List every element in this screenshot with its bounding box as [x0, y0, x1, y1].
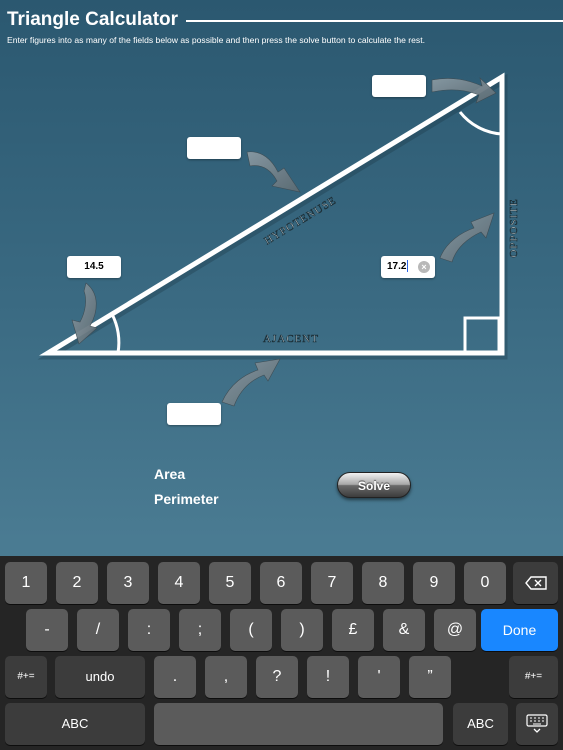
triangle-diagram: HYPOTENUSE AJACENT OPPOSITE [37, 72, 520, 407]
key-comma[interactable]: , [205, 656, 247, 698]
key-pound[interactable]: £ [332, 609, 374, 651]
key-9[interactable]: 9 [413, 562, 455, 604]
hide-keyboard-key[interactable] [516, 703, 558, 745]
arrow-to-opposite-icon [439, 212, 495, 263]
keyboard-hide-icon [526, 714, 548, 733]
space-key[interactable] [154, 703, 443, 745]
hypotenuse-input[interactable] [187, 137, 241, 159]
key-3[interactable]: 3 [107, 562, 149, 604]
done-key[interactable]: Done [481, 609, 558, 651]
key-exclamation[interactable]: ! [307, 656, 349, 698]
on-screen-keyboard: 1 2 3 4 5 6 7 8 9 0 - / : ; ( ) £ & @ Do… [0, 556, 563, 750]
clear-icon[interactable]: × [418, 261, 430, 273]
area-label: Area [154, 466, 186, 482]
key-slash[interactable]: / [77, 609, 119, 651]
bottom-angle-value: 14.5 [84, 261, 104, 272]
adjacent-input[interactable] [167, 403, 221, 425]
key-4[interactable]: 4 [158, 562, 200, 604]
key-5[interactable]: 5 [209, 562, 251, 604]
calculator-app: Triangle Calculator Enter figures into a… [0, 0, 563, 556]
key-0[interactable]: 0 [464, 562, 506, 604]
arrow-to-hypotenuse-icon [246, 151, 301, 193]
key-close-paren[interactable]: ) [281, 609, 323, 651]
key-period[interactable]: . [154, 656, 196, 698]
key-question[interactable]: ? [256, 656, 298, 698]
right-angle-marker [463, 316, 501, 354]
symbols-key-left[interactable]: #+= [5, 656, 47, 698]
backspace-key[interactable] [513, 562, 558, 604]
solve-button[interactable]: Solve [337, 472, 411, 498]
undo-key[interactable]: undo [55, 656, 145, 698]
key-ampersand[interactable]: & [383, 609, 425, 651]
key-7[interactable]: 7 [311, 562, 353, 604]
arrow-to-adjacent-icon [221, 358, 281, 407]
triangle-shape [37, 72, 508, 360]
bottom-angle-input[interactable]: 14.5 [67, 256, 121, 278]
abc-key-right[interactable]: ABC [453, 703, 508, 745]
symbols-key-right[interactable]: #+= [509, 656, 558, 698]
key-colon[interactable]: : [128, 609, 170, 651]
top-angle-input[interactable] [372, 75, 426, 97]
key-apostrophe[interactable]: ' [358, 656, 400, 698]
key-1[interactable]: 1 [5, 562, 47, 604]
key-minus[interactable]: - [26, 609, 68, 651]
key-2[interactable]: 2 [56, 562, 98, 604]
key-8[interactable]: 8 [362, 562, 404, 604]
perimeter-label: Perimeter [154, 491, 219, 507]
key-quote[interactable]: ” [409, 656, 451, 698]
top-angle-arc [458, 111, 503, 136]
backspace-icon [524, 576, 547, 590]
key-at[interactable]: @ [434, 609, 476, 651]
opposite-input[interactable]: 17.2 × [381, 256, 435, 278]
key-semicolon[interactable]: ; [179, 609, 221, 651]
opposite-value: 17.2 [387, 261, 407, 272]
bottom-angle-arc [110, 313, 121, 354]
adjacent-label: AJACENT [263, 333, 319, 345]
text-caret [407, 260, 409, 273]
key-open-paren[interactable]: ( [230, 609, 272, 651]
opposite-label: OPPOSITE [508, 198, 520, 257]
key-6[interactable]: 6 [260, 562, 302, 604]
abc-key-left[interactable]: ABC [5, 703, 145, 745]
